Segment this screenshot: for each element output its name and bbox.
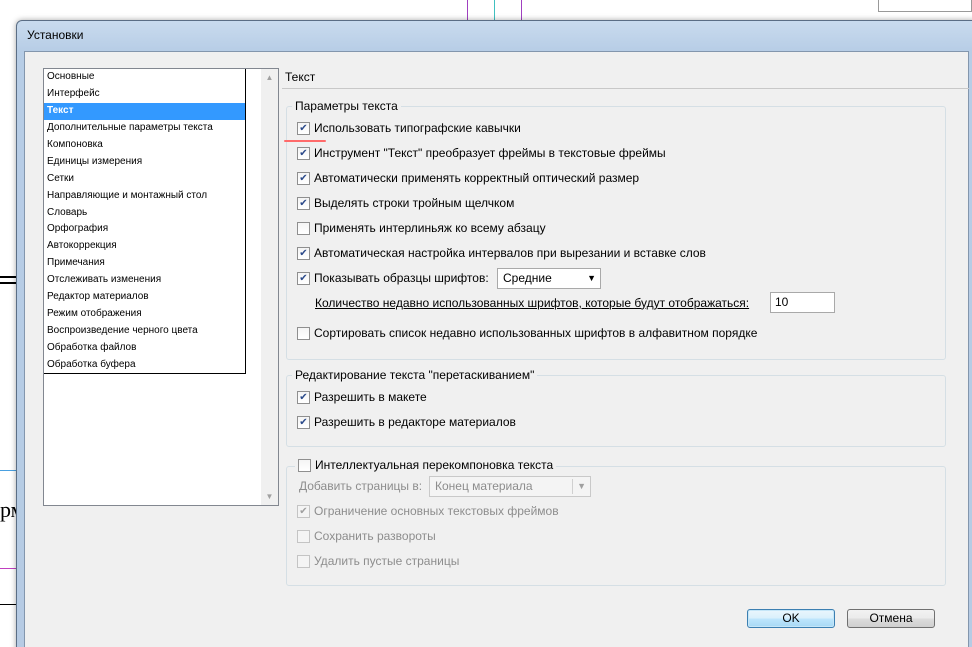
font-preview-label: Показывать образцы шрифтов: [314, 271, 489, 285]
smart-reflow-legend: Интеллектуальная перекомпоновка текста [315, 458, 554, 472]
adjust-spacing-checkbox[interactable] [297, 246, 310, 260]
nav-item-spelling[interactable]: Орфография [44, 221, 245, 238]
preserve-spreads-label: Сохранить развороты [314, 529, 436, 543]
adjust-spacing-option[interactable]: Автоматическая настройка интервалов при … [297, 246, 706, 260]
triple-click-line-label: Выделять строки тройным щелчком [314, 196, 515, 210]
limit-primary-label: Ограничение основных текстовых фреймов [314, 504, 559, 518]
nav-item-file-handling[interactable]: Обработка файлов [44, 340, 245, 357]
add-pages-label: Добавить страницы в: [299, 479, 423, 493]
typographic-quotes-label: Использовать типографские кавычки [314, 121, 521, 135]
leading-whole-para-label: Применять интерлиньяж ко всему абзацу [314, 221, 546, 235]
font-preview-checkbox[interactable] [297, 271, 310, 285]
drag-in-layout-checkbox[interactable] [297, 390, 310, 404]
smart-reflow-checkbox[interactable] [298, 458, 311, 472]
nav-item-general[interactable]: Основные [44, 69, 245, 86]
delete-empty-checkbox[interactable] [297, 554, 310, 568]
drag-in-layout-option[interactable]: Разрешить в макете [297, 390, 427, 404]
scroll-up-icon[interactable]: ▲ [261, 69, 278, 86]
limit-primary-option[interactable]: Ограничение основных текстовых фреймов [297, 504, 559, 518]
panel-title-divider [282, 88, 969, 89]
background-box [878, 0, 972, 12]
nav-item-guides-pasteboard[interactable]: Направляющие и монтажный стол [44, 188, 245, 205]
leading-whole-para-option[interactable]: Применять интерлиньяж ко всему абзацу [297, 221, 546, 235]
auto-optical-size-label: Автоматически применять корректный оптич… [314, 171, 640, 185]
typographic-quotes-option[interactable]: Использовать типографские кавычки [297, 121, 521, 135]
font-preview-size-select[interactable]: Средние ▼ [497, 268, 601, 289]
nav-item-black-appearance[interactable]: Воспроизведение черного цвета [44, 323, 245, 340]
panel-title: Текст [285, 70, 316, 84]
recent-fonts-input[interactable]: 10 [770, 292, 835, 313]
category-list[interactable]: Основные Интерфейс Текст Дополнительные … [43, 68, 279, 506]
nav-item-track-changes[interactable]: Отслеживать изменения [44, 272, 245, 289]
leading-whole-para-checkbox[interactable] [297, 221, 310, 235]
chevron-down-icon: ▼ [587, 273, 596, 283]
window-title: Установки [27, 28, 84, 42]
preserve-spreads-checkbox[interactable] [297, 529, 310, 543]
category-list-items: Основные Интерфейс Текст Дополнительные … [44, 69, 246, 374]
sort-recent-option[interactable]: Сортировать список недавно использованны… [297, 326, 757, 340]
recent-fonts-option: Количество недавно использованных шрифто… [315, 296, 749, 310]
nav-item-grids[interactable]: Сетки [44, 171, 245, 188]
chevron-down-icon: ▼ [577, 481, 586, 491]
nav-item-display-performance[interactable]: Режим отображения [44, 306, 245, 323]
nav-item-clipboard-handling[interactable]: Обработка буфера [44, 357, 245, 374]
font-preview-size-value: Средние [503, 271, 552, 285]
dialog-client-area: Основные Интерфейс Текст Дополнительные … [24, 51, 969, 647]
drag-drop-legend: Редактирование текста "перетаскиванием" [292, 368, 538, 382]
ok-button[interactable]: OK [747, 609, 835, 628]
drag-in-layout-label: Разрешить в макете [314, 390, 427, 404]
auto-optical-size-option[interactable]: Автоматически применять корректный оптич… [297, 171, 639, 185]
nav-item-type[interactable]: Текст [44, 102, 245, 120]
delete-empty-label: Удалить пустые страницы [314, 554, 460, 568]
smart-reflow-option[interactable]: Интеллектуальная перекомпоновка текста [295, 458, 557, 472]
auto-optical-size-checkbox[interactable] [297, 171, 310, 185]
drag-in-story-editor-label: Разрешить в редакторе материалов [314, 415, 516, 429]
preferences-dialog: Установки Основные Интерфейс Текст Допол… [16, 20, 972, 647]
recent-fonts-label: Количество недавно использованных шрифто… [315, 296, 750, 310]
type-tool-converts-label: Инструмент "Текст" преобразует фреймы в … [314, 146, 666, 160]
typographic-quotes-checkbox[interactable] [297, 121, 310, 135]
adjust-spacing-label: Автоматическая настройка интервалов при … [314, 246, 706, 260]
drag-in-story-editor-option[interactable]: Разрешить в редакторе материалов [297, 415, 516, 429]
preserve-spreads-option[interactable]: Сохранить развороты [297, 529, 436, 543]
red-annotation-mark [284, 140, 326, 142]
nav-item-notes[interactable]: Примечания [44, 255, 245, 272]
delete-empty-option[interactable]: Удалить пустые страницы [297, 554, 459, 568]
add-pages-value: Конец материала [435, 479, 533, 493]
text-options-legend: Параметры текста [292, 99, 401, 113]
nav-item-autocorrect[interactable]: Автокоррекция [44, 238, 245, 255]
font-preview-option[interactable]: Показывать образцы шрифтов: [297, 271, 489, 285]
nav-item-units[interactable]: Единицы измерения [44, 154, 245, 171]
drag-in-story-editor-checkbox[interactable] [297, 415, 310, 429]
nav-item-advanced-type[interactable]: Дополнительные параметры текста [44, 120, 245, 137]
type-tool-converts-checkbox[interactable] [297, 146, 310, 160]
nav-item-interface[interactable]: Интерфейс [44, 86, 245, 103]
sort-recent-label: Сортировать список недавно использованны… [314, 326, 758, 340]
type-tool-converts-option[interactable]: Инструмент "Текст" преобразует фреймы в … [297, 146, 666, 160]
nav-item-dictionary[interactable]: Словарь [44, 205, 245, 222]
sort-recent-checkbox[interactable] [297, 326, 310, 340]
triple-click-line-checkbox[interactable] [297, 196, 310, 210]
add-pages-option: Добавить страницы в: [299, 479, 422, 493]
add-pages-select[interactable]: Конец материала ▼ [429, 476, 591, 497]
limit-primary-checkbox[interactable] [297, 504, 310, 518]
drag-drop-group: Редактирование текста "перетаскиванием" [286, 368, 946, 447]
scroll-down-icon[interactable]: ▼ [261, 488, 278, 505]
nav-item-story-editor[interactable]: Редактор материалов [44, 289, 245, 306]
category-scrollbar[interactable]: ▲ ▼ [261, 69, 278, 505]
cancel-button[interactable]: Отмена [847, 609, 935, 628]
nav-item-composition[interactable]: Компоновка [44, 137, 245, 154]
triple-click-line-option[interactable]: Выделять строки тройным щелчком [297, 196, 514, 210]
